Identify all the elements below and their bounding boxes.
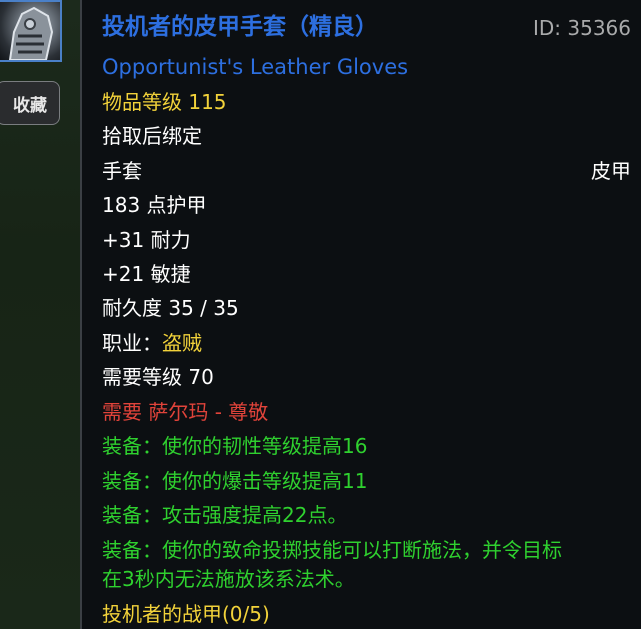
equip-effect-deadly-throw-line2: 在3秒内无法施放该系法术。 xyxy=(102,567,355,591)
equip-effect-deadly-throw-line1: 装备：使你的致命投掷技能可以打断施法，并令目标 xyxy=(102,538,562,562)
equip-effect-attack-power: 装备：攻击强度提高22点。 xyxy=(102,503,348,527)
gloves-icon[interactable] xyxy=(0,0,62,62)
armor-value: 183 点护甲 xyxy=(102,193,207,217)
item-slot: 手套 xyxy=(102,159,142,183)
set-name: 投机者的战甲(0/5) xyxy=(102,602,270,626)
stat-agility: +21 敏捷 xyxy=(102,262,191,286)
class-value: 盗贼 xyxy=(162,331,202,355)
left-sidebar: 收藏 xyxy=(0,0,80,629)
item-title: 投机者的皮甲手套（精良） xyxy=(102,14,378,40)
stat-stamina: +31 耐力 xyxy=(102,228,191,252)
item-id: ID: 35366 xyxy=(532,16,631,40)
class-requirement: 职业：盗贼 xyxy=(102,330,202,356)
reputation-requirement: 需要 萨尔玛 - 尊敬 xyxy=(102,400,269,424)
bind-type: 拾取后绑定 xyxy=(102,124,202,148)
durability: 耐久度 35 / 35 xyxy=(102,296,239,320)
item-tooltip: 投机者的皮甲手套（精良） ID: 35366 Opportunist's Lea… xyxy=(80,0,641,629)
equip-effect-crit: 装备：使你的爆击等级提高11 xyxy=(102,469,368,493)
favorite-button[interactable]: 收藏 xyxy=(0,81,60,125)
armor-type: 皮甲 xyxy=(591,159,631,183)
item-english-name: Opportunist's Leather Gloves xyxy=(102,55,409,79)
class-label: 职业： xyxy=(102,331,162,355)
item-level: 物品等级 115 xyxy=(102,90,227,114)
level-requirement: 需要等级 70 xyxy=(102,365,214,389)
equip-effect-resilience: 装备：使你的韧性等级提高16 xyxy=(102,434,368,458)
